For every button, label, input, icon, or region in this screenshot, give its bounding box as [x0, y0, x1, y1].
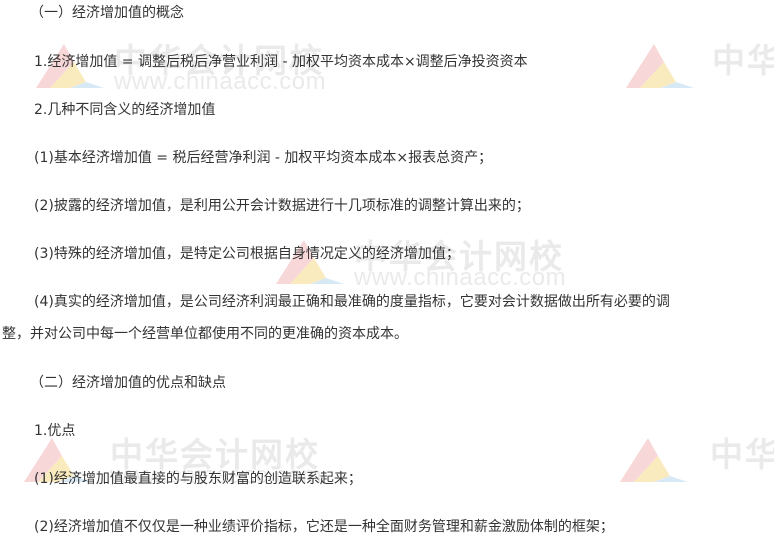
section-heading-pros-cons: （二）经济增加值的优点和缺点: [30, 375, 226, 391]
paragraph-disclosed-eva: (2)披露的经济增加值，是利用公开会计数据进行十几项标准的调整计算出来的；: [34, 198, 530, 214]
paragraph-basic-eva: (1)基本经济增加值 = 税后经营净利润 - 加权平均资本成本×报表总资产；: [34, 150, 493, 166]
watermark-logo-icon: [626, 44, 694, 88]
paragraph-advantage-1: (1)经济增加值最直接的与股东财富的创造联系起来；: [34, 471, 362, 487]
watermark-brand-partial: 中华: [710, 435, 774, 474]
watermark-5: 中华: [614, 430, 774, 490]
paragraph-special-eva: (3)特殊的经济增加值，是特定公司根据自身情况定义的经济增加值；: [34, 246, 460, 262]
watermark-url: www.chinaacc.com: [114, 68, 327, 95]
paragraph-advantages-heading: 1.优点: [34, 423, 76, 439]
section-heading-concept: （一）经济增加值的概念: [30, 5, 184, 21]
paragraph-advantage-2: (2)经济增加值不仅仅是一种业绩评价指标，它还是一种全面财务管理和薪金激励体制的…: [34, 519, 614, 535]
watermark-brand-partial: 中华: [712, 41, 774, 80]
watermark-logo-icon: [620, 438, 688, 482]
paragraph-true-eva-line2: 整，并对公司中每一个经营单位都使用不同的更准确的资本成本。: [2, 326, 408, 342]
paragraph-true-eva-line1: (4)真实的经济增加值，是公司经济利润最正确和最准确的度量指标，它要对会计数据做…: [34, 294, 670, 310]
paragraph-eva-formula: 1.经济增加值 = 调整后税后净营业利润 - 加权平均资本成本×调整后净投资资本: [34, 54, 528, 70]
paragraph-eva-types-heading: 2.几种不同含义的经济增加值: [34, 102, 216, 118]
watermark-url: www.chinaacc.com: [354, 264, 567, 291]
watermark-2: 中华: [620, 36, 774, 96]
